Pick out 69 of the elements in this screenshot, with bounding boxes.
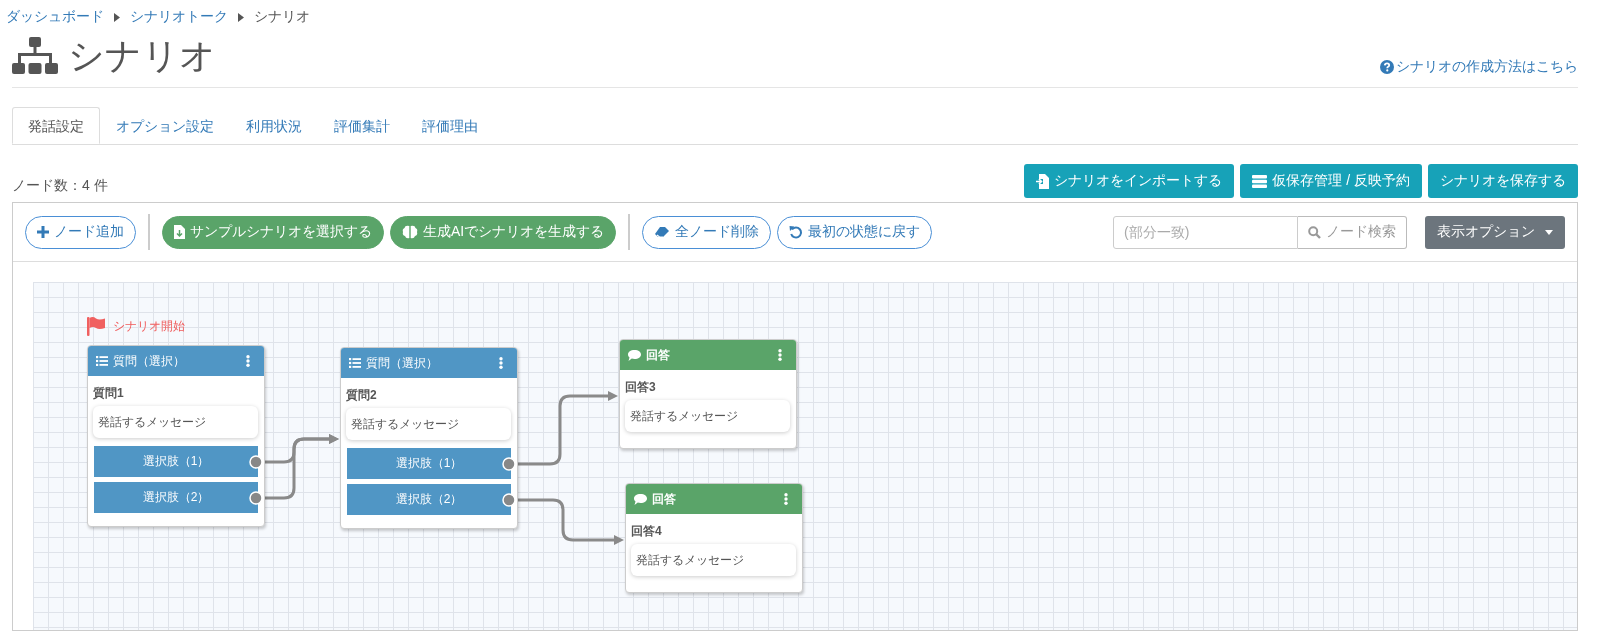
start-label: シナリオ開始 <box>113 318 185 335</box>
message-bubble: 発話するメッセージ <box>93 406 258 438</box>
flag-icon <box>87 317 105 336</box>
page-title: シナリオ <box>68 35 216 77</box>
caret-icon <box>238 12 244 22</box>
toolbar-button[interactable]: 生成AIでシナリオを生成する <box>390 215 617 249</box>
undo-icon <box>789 225 804 239</box>
message-bubble: 発話するメッセージ <box>346 408 511 440</box>
breadcrumb-link[interactable]: ダッシュボード <box>6 8 104 26</box>
file-import-icon <box>1036 173 1050 189</box>
port-handle[interactable] <box>502 493 516 507</box>
kebab-menu-icon[interactable] <box>246 355 250 367</box>
node-name: 回答3 <box>625 379 657 396</box>
help-icon <box>1380 60 1394 74</box>
node-type-label: 回答 <box>646 346 671 364</box>
node-type-label: 回答 <box>652 490 677 508</box>
speech-bubble-icon <box>634 493 647 505</box>
scenario-node[interactable]: 回答 回答3 発話するメッセージ <box>619 339 797 449</box>
search-button[interactable]: ノード検索 <box>1298 215 1407 249</box>
tab[interactable]: オプション設定 <box>100 107 230 144</box>
node-name: 質問2 <box>346 387 378 404</box>
list-icon <box>96 356 108 366</box>
caret-icon <box>114 12 120 22</box>
add-node-button[interactable]: ノード追加 <box>25 215 136 249</box>
eraser-icon <box>654 226 671 238</box>
message-bubble: 発話するメッセージ <box>631 544 796 576</box>
sitemap-icon <box>12 37 58 75</box>
choice-button[interactable]: 選択肢（1） <box>94 446 258 477</box>
import-button[interactable]: シナリオをインポートする <box>1024 164 1235 198</box>
choice-button[interactable]: 選択肢（1） <box>347 448 511 479</box>
port-handle[interactable] <box>249 455 263 469</box>
kebab-menu-icon[interactable] <box>784 493 788 505</box>
list-icon <box>349 358 361 368</box>
speech-bubble-icon <box>628 349 641 361</box>
toolbar-button[interactable]: 全ノード削除 <box>642 215 772 249</box>
kebab-menu-icon[interactable] <box>778 349 782 361</box>
toolbar-button[interactable]: サンプルシナリオを選択する <box>162 215 384 249</box>
tab[interactable]: 利用状況 <box>230 107 318 144</box>
search-icon <box>1308 225 1321 239</box>
help-link[interactable]: シナリオの作成方法はこちら <box>1380 58 1578 76</box>
file-download-icon <box>174 225 185 239</box>
kebab-menu-icon[interactable] <box>499 357 503 369</box>
choice-button[interactable]: 選択肢（2） <box>94 482 258 513</box>
node-name: 回答4 <box>631 523 663 540</box>
plus-icon <box>37 226 49 238</box>
scenario-node[interactable]: 回答 回答4 発話するメッセージ <box>625 483 803 593</box>
breadcrumb-link[interactable]: シナリオトーク <box>130 8 228 26</box>
toolbar-button[interactable]: 最初の状態に戻す <box>777 215 933 249</box>
tab[interactable]: 評価理由 <box>406 107 494 144</box>
display-options-dropdown[interactable]: 表示オプション <box>1425 215 1565 249</box>
save-button[interactable]: シナリオを保存する <box>1428 164 1578 198</box>
draft-button[interactable]: 仮保存管理 / 反映予約 <box>1240 164 1422 198</box>
search-field[interactable]: (部分一致) <box>1113 215 1298 249</box>
node-type-label: 質問（選択） <box>113 352 186 370</box>
caret-down-icon <box>1545 229 1553 235</box>
brain-icon <box>402 225 418 239</box>
node-count: ノード数：4 件 <box>12 177 108 195</box>
storage-icon <box>1252 174 1268 188</box>
tab[interactable]: 評価集計 <box>318 107 406 144</box>
breadcrumb-current: シナリオ <box>254 8 310 26</box>
scenario-node[interactable]: 質問（選択） 質問1 発話するメッセージ 選択肢（1） 選択肢（2） <box>87 345 265 527</box>
node-type-label: 質問（選択） <box>366 354 439 372</box>
scenario-node[interactable]: 質問（選択） 質問2 発話するメッセージ 選択肢（1） 選択肢（2） <box>340 347 518 529</box>
port-handle[interactable] <box>249 491 263 505</box>
choice-button[interactable]: 選択肢（2） <box>347 484 511 515</box>
node-name: 質問1 <box>93 385 125 402</box>
tab[interactable]: 発話設定 <box>12 107 100 144</box>
port-handle[interactable] <box>502 457 516 471</box>
message-bubble: 発話するメッセージ <box>625 400 790 432</box>
